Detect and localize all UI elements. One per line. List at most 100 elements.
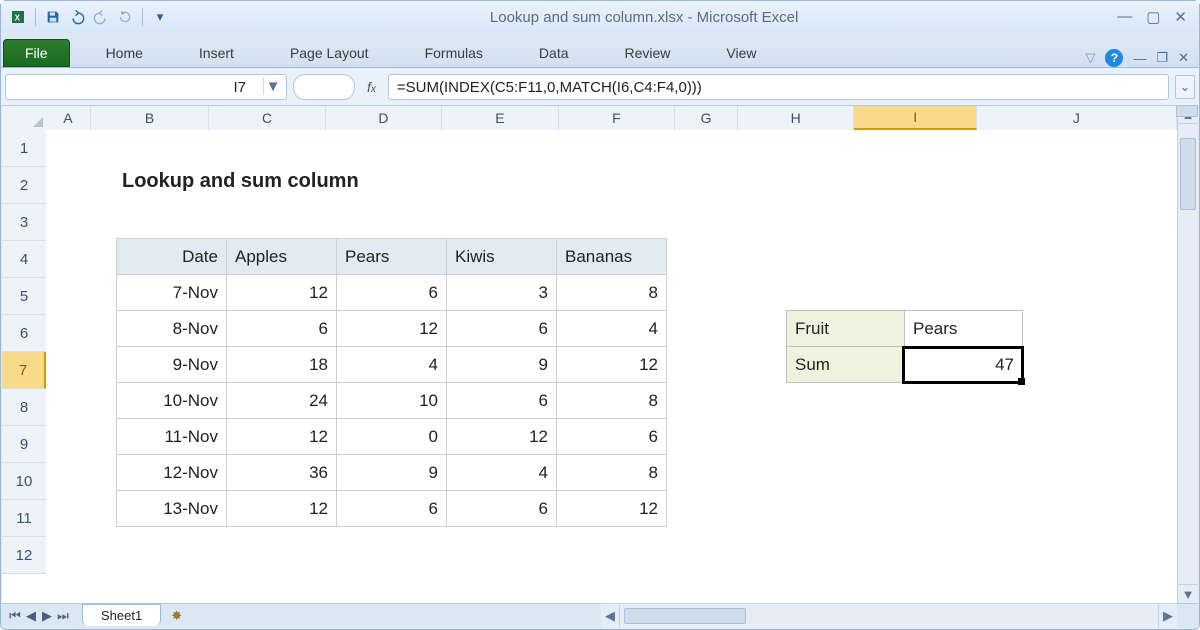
- horizontal-scrollbar[interactable]: ◀ ▶: [601, 603, 1177, 628]
- split-handle[interactable]: [1176, 105, 1198, 117]
- mdi-minimize-icon[interactable]: ―: [1133, 51, 1146, 66]
- tab-nav-next-icon[interactable]: ▶: [40, 608, 54, 624]
- scroll-thumb[interactable]: [1180, 138, 1196, 210]
- table-cell[interactable]: 13-Nov: [117, 491, 227, 527]
- row-headers[interactable]: 123456789101112: [2, 130, 47, 574]
- save-icon[interactable]: [42, 6, 64, 28]
- table-cell[interactable]: 10: [337, 383, 447, 419]
- scroll-down-icon[interactable]: ▼: [1178, 584, 1198, 603]
- fruit-value[interactable]: Pears: [905, 311, 1023, 347]
- tab-formulas[interactable]: Formulas: [411, 39, 497, 67]
- close-button[interactable]: ✕: [1174, 8, 1187, 26]
- row-header-8[interactable]: 8: [2, 389, 46, 426]
- table-cell[interactable]: 12: [447, 419, 557, 455]
- tab-data[interactable]: Data: [525, 39, 583, 67]
- formula-input[interactable]: =SUM(INDEX(C5:F11,0,MATCH(I6,C4:F4,0))): [388, 74, 1169, 100]
- sum-value[interactable]: 47: [905, 347, 1023, 383]
- table-cell[interactable]: 36: [227, 455, 337, 491]
- redo-icon[interactable]: [90, 6, 112, 28]
- tab-nav-prev-icon[interactable]: ◀: [24, 608, 38, 624]
- tab-file[interactable]: File: [3, 39, 70, 67]
- row-header-5[interactable]: 5: [2, 278, 46, 315]
- help-icon[interactable]: ?: [1105, 49, 1123, 67]
- cells-area[interactable]: Lookup and sum column DateApplesPearsKiw…: [46, 130, 1177, 603]
- col-header-I[interactable]: I: [854, 106, 976, 130]
- table-cell[interactable]: 4: [447, 455, 557, 491]
- fx-icon[interactable]: fx: [361, 79, 382, 95]
- repeat-icon[interactable]: [114, 6, 136, 28]
- mdi-restore-icon[interactable]: ❐: [1156, 50, 1168, 66]
- table-cell[interactable]: 9: [337, 455, 447, 491]
- vertical-scrollbar[interactable]: ▲ ▼: [1177, 105, 1198, 603]
- table-cell[interactable]: 8-Nov: [117, 311, 227, 347]
- hscroll-thumb[interactable]: [624, 608, 746, 624]
- tab-review[interactable]: Review: [611, 39, 685, 67]
- col-header-C[interactable]: C: [209, 106, 325, 130]
- row-header-4[interactable]: 4: [2, 241, 46, 278]
- table-cell[interactable]: 4: [557, 311, 667, 347]
- table-cell[interactable]: 8: [557, 455, 667, 491]
- scroll-right-icon[interactable]: ▶: [1158, 604, 1177, 628]
- row-header-1[interactable]: 1: [2, 130, 46, 167]
- col-header-A[interactable]: A: [46, 106, 91, 130]
- sheet-tab[interactable]: Sheet1: [82, 604, 161, 626]
- table-cell[interactable]: 6: [557, 419, 667, 455]
- qat-customize-icon[interactable]: ▾: [149, 6, 171, 28]
- table-cell[interactable]: 3: [447, 275, 557, 311]
- name-box-dropdown-icon[interactable]: ▼: [263, 77, 282, 95]
- select-all-button[interactable]: [2, 106, 47, 131]
- table-cell[interactable]: 8: [557, 383, 667, 419]
- tab-insert[interactable]: Insert: [185, 39, 248, 67]
- mdi-close-icon[interactable]: ✕: [1178, 50, 1189, 66]
- table-cell[interactable]: 12: [557, 347, 667, 383]
- tab-home[interactable]: Home: [92, 39, 157, 67]
- table-cell[interactable]: 9: [447, 347, 557, 383]
- table-cell[interactable]: 12-Nov: [117, 455, 227, 491]
- row-header-7[interactable]: 7: [2, 352, 46, 389]
- col-header-B[interactable]: B: [91, 106, 209, 130]
- table-cell[interactable]: 6: [447, 491, 557, 527]
- name-box[interactable]: I7 ▼: [5, 74, 287, 100]
- table-cell[interactable]: 8: [557, 275, 667, 311]
- table-cell[interactable]: 9-Nov: [117, 347, 227, 383]
- table-cell[interactable]: 4: [337, 347, 447, 383]
- row-header-11[interactable]: 11: [2, 500, 46, 537]
- col-header-E[interactable]: E: [442, 106, 558, 130]
- scroll-left-icon[interactable]: ◀: [601, 604, 620, 628]
- row-header-2[interactable]: 2: [2, 167, 46, 204]
- table-cell[interactable]: 12: [227, 491, 337, 527]
- table-cell[interactable]: 11-Nov: [117, 419, 227, 455]
- table-cell[interactable]: 6: [337, 491, 447, 527]
- tab-nav-last-icon[interactable]: ⏭: [56, 608, 70, 624]
- minimize-button[interactable]: ―: [1117, 8, 1132, 26]
- col-header-G[interactable]: G: [675, 106, 738, 130]
- col-header-J[interactable]: J: [977, 106, 1177, 130]
- worksheet[interactable]: ABCDEFGHIJ 123456789101112 Lookup and su…: [2, 105, 1177, 603]
- col-header-D[interactable]: D: [326, 106, 442, 130]
- table-cell[interactable]: 12: [557, 491, 667, 527]
- row-header-3[interactable]: 3: [2, 204, 46, 241]
- table-cell[interactable]: 7-Nov: [117, 275, 227, 311]
- table-cell[interactable]: 12: [337, 311, 447, 347]
- row-header-6[interactable]: 6: [2, 315, 46, 352]
- table-cell[interactable]: 12: [227, 419, 337, 455]
- table-cell[interactable]: 10-Nov: [117, 383, 227, 419]
- table-cell[interactable]: 24: [227, 383, 337, 419]
- table-cell[interactable]: 6: [447, 383, 557, 419]
- table-cell[interactable]: 6: [227, 311, 337, 347]
- formula-expand-icon[interactable]: ⌄: [1175, 75, 1195, 99]
- table-cell[interactable]: 18: [227, 347, 337, 383]
- ribbon-minimize-icon[interactable]: ▽: [1085, 50, 1095, 66]
- table-cell[interactable]: 0: [337, 419, 447, 455]
- row-header-12[interactable]: 12: [2, 537, 46, 574]
- undo-icon[interactable]: [66, 6, 88, 28]
- table-cell[interactable]: 6: [447, 311, 557, 347]
- col-header-H[interactable]: H: [738, 106, 854, 130]
- row-header-10[interactable]: 10: [2, 463, 46, 500]
- column-headers[interactable]: ABCDEFGHIJ: [46, 106, 1177, 131]
- tab-nav-first-icon[interactable]: ⏮: [8, 608, 22, 624]
- tab-view[interactable]: View: [712, 39, 770, 67]
- col-header-F[interactable]: F: [559, 106, 675, 130]
- new-sheet-icon[interactable]: ✸: [171, 608, 182, 624]
- row-header-9[interactable]: 9: [2, 426, 46, 463]
